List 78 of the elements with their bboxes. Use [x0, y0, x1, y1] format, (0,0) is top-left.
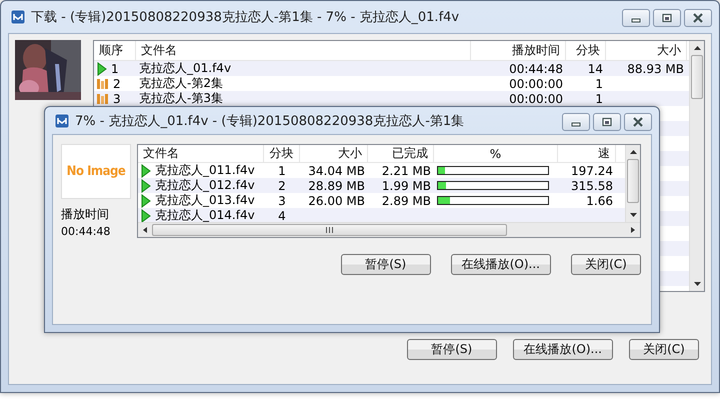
table-cell: 克拉恋人_014.f4v — [155, 208, 255, 222]
scroll-thumb[interactable] — [627, 159, 639, 203]
dialog-button[interactable]: 暂停(S) — [340, 254, 431, 275]
right-arrow-icon[interactable] — [629, 225, 637, 235]
dialog-button[interactable]: 暂停(S) — [406, 339, 497, 360]
play-icon — [97, 62, 107, 76]
bars-icon — [97, 92, 109, 104]
minimize-button[interactable] — [562, 113, 590, 131]
scroll-thumb[interactable] — [691, 55, 703, 99]
column-header[interactable]: 分块 — [264, 145, 300, 162]
table-cell-text: 28.89 MB — [307, 178, 366, 193]
table-cell-text: 197.24 — [570, 163, 614, 178]
table-cell-text: 1.99 MB — [380, 178, 432, 193]
table-cell-text: 4 — [277, 208, 287, 222]
maximize-button[interactable] — [593, 113, 621, 131]
dialog-button[interactable]: 关闭(C) — [629, 339, 699, 360]
vertical-scrollbar[interactable] — [689, 41, 704, 291]
table-cell-text: 2.21 MB — [380, 163, 432, 178]
column-header[interactable]: 文件名 — [136, 41, 471, 60]
maximize-icon — [600, 117, 614, 127]
table-cell: 2 — [113, 76, 121, 90]
dialog-button[interactable]: 在线播放(O)... — [450, 254, 551, 275]
column-header[interactable]: 大小 — [300, 145, 368, 162]
table-cell-text: 00:00:00 — [508, 91, 564, 106]
table-cell: 克拉恋人_012.f4v — [155, 178, 255, 193]
maximize-button[interactable] — [653, 9, 681, 27]
column-header[interactable]: % — [434, 145, 558, 162]
table-cell: 3 — [113, 92, 121, 106]
table-cell-text: 1 — [594, 91, 604, 106]
window-title: 下载 - (专辑)20150808220938克拉恋人-第1集 - 7% - 克拉恋人_01.f4v — [31, 9, 460, 26]
column-header[interactable]: 文件名 — [138, 145, 264, 162]
table-cell-text: 1 — [594, 76, 604, 91]
play-time-value: 00:44:48 — [61, 225, 112, 238]
table-cell-text: 克拉恋人-第2集 — [138, 76, 224, 91]
app-icon — [11, 10, 25, 24]
minimize-button[interactable] — [622, 9, 650, 27]
table-cell-text: 2 — [277, 178, 287, 193]
close-button[interactable] — [624, 113, 652, 131]
horizontal-scrollbar[interactable] — [138, 222, 640, 237]
table-cell-text: 克拉恋人-第3集 — [138, 91, 224, 106]
dialog-button[interactable]: 在线播放(O)... — [512, 339, 613, 360]
table-cell-text: 00:00:00 — [508, 76, 564, 91]
table-cell: 克拉恋人_013.f4v — [155, 193, 255, 208]
vertical-scrollbar[interactable] — [625, 145, 640, 222]
play-icon — [141, 208, 151, 222]
table-cell-text: 克拉恋人_01.f4v — [138, 61, 232, 76]
table-cell-text: 00:44:48 — [508, 61, 564, 76]
placeholder-text: No Image — [66, 164, 126, 179]
bars-icon — [97, 78, 109, 90]
left-arrow-icon[interactable] — [141, 225, 149, 235]
table-cell-text: 14 — [586, 61, 604, 76]
close-icon — [691, 13, 705, 23]
play-icon — [141, 164, 151, 178]
maximize-icon — [660, 13, 674, 23]
table-cell-text: 1 — [277, 163, 287, 178]
column-header[interactable]: 播放时间 — [471, 41, 566, 60]
column-header[interactable]: 已完成 — [368, 145, 434, 162]
play-icon — [141, 178, 151, 192]
table-cell-text: 2.89 MB — [380, 193, 432, 208]
column-header[interactable]: 分块 — [566, 41, 606, 60]
dialog-button[interactable]: 关闭(C) — [571, 254, 641, 275]
play-icon — [141, 194, 151, 208]
window-title: 7% - 克拉恋人_01.f4v - (专辑)20150808220938克拉恋人-第1集 — [75, 112, 466, 130]
table-cell-text: 315.58 — [570, 178, 614, 193]
table-cell: 克拉恋人_011.f4v — [155, 163, 255, 178]
table-cell: 1 — [111, 62, 119, 76]
close-button[interactable] — [684, 9, 712, 27]
table-cell-text: 88.93 MB — [626, 61, 685, 76]
table-cell-text: 34.04 MB — [307, 163, 366, 178]
play-time-label: 播放时间 — [61, 206, 110, 223]
close-icon — [631, 117, 645, 127]
table-cell-text: 26.00 MB — [307, 193, 366, 208]
column-header[interactable]: 速 — [558, 145, 616, 162]
table-cell-text: 1.66 — [585, 193, 614, 208]
app-icon — [55, 114, 69, 128]
column-header[interactable]: 大小 — [606, 41, 687, 60]
table-cell-text: 3 — [277, 193, 287, 208]
column-header[interactable]: 顺序 — [94, 41, 136, 60]
